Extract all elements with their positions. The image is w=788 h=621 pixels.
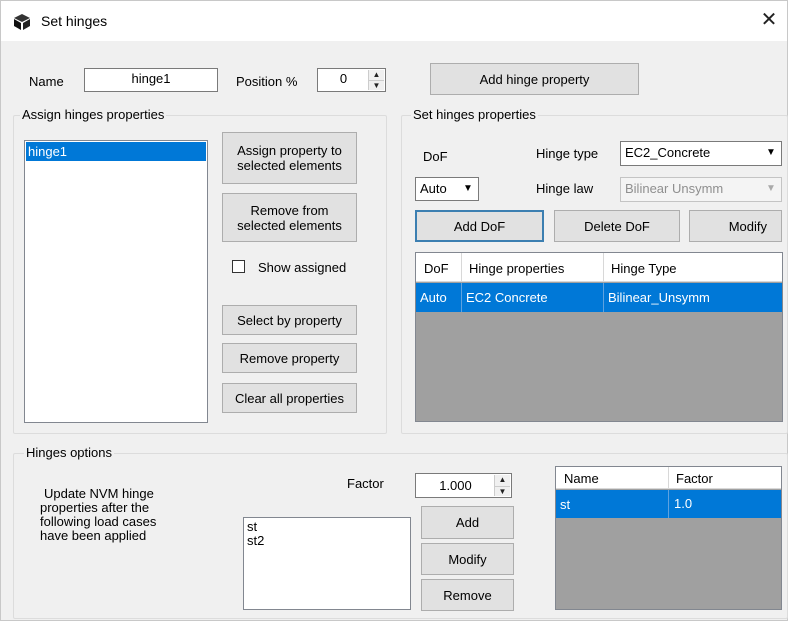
table-header: DoF Hinge properties Hinge Type — [416, 253, 782, 282]
hinge-law-select: Bilinear Unsymm ▼ — [620, 177, 782, 202]
title-bar: Set hinges ✕ — [1, 1, 787, 41]
table-cell: EC2 Concrete — [466, 290, 548, 305]
table-row[interactable]: Auto EC2 Concrete Bilinear_Unsymm — [416, 283, 782, 312]
column-divider — [461, 283, 462, 312]
set-hinges-dialog: Set hinges ✕ Name hinge1 Position % 0 ▲ ▼… — [0, 0, 788, 621]
column-header[interactable]: Factor — [676, 471, 713, 486]
desc-line: following load cases — [40, 514, 157, 529]
dof-value: Auto — [420, 181, 447, 196]
window-title: Set hinges — [41, 13, 108, 29]
clear-all-properties-button[interactable]: Clear all properties — [222, 383, 357, 413]
column-header[interactable]: Name — [564, 471, 599, 486]
position-stepper[interactable]: 0 ▲ ▼ — [317, 68, 386, 92]
table-cell: Auto — [420, 290, 447, 305]
remove-btn-line1: Remove from — [250, 202, 329, 218]
hinge-type-value: EC2_Concrete — [625, 145, 711, 160]
modify-load-case-button[interactable]: Modify — [421, 543, 514, 575]
hinge-law-label: Hinge law — [536, 181, 594, 196]
hinge-law-value: Bilinear Unsymm — [625, 181, 724, 196]
show-assigned-label: Show assigned — [258, 260, 347, 275]
spin-down-icon[interactable]: ▼ — [495, 485, 510, 497]
factor-stepper[interactable]: 1.000 ▲ ▼ — [415, 473, 512, 498]
add-hinge-property-button[interactable]: Add hinge property — [430, 63, 639, 95]
remove-property-button[interactable]: Remove property — [222, 343, 357, 373]
modify-dof-button[interactable]: Modify — [689, 210, 782, 242]
hinge-type-label: Hinge type — [536, 146, 599, 161]
remove-load-case-button[interactable]: Remove — [421, 579, 514, 611]
table-cell: Bilinear_Unsymm — [608, 290, 710, 305]
table-cell: 1.0 — [674, 496, 693, 511]
dof-select[interactable]: Auto ▼ — [415, 177, 479, 201]
remove-from-selected-button[interactable]: Remove from selected elements — [222, 193, 357, 242]
column-divider — [603, 283, 604, 312]
factor-spin[interactable]: ▲ ▼ — [494, 475, 510, 496]
position-spin[interactable]: ▲ ▼ — [368, 70, 384, 90]
options-group-title: Hinges options — [24, 445, 114, 460]
desc-line: have been applied — [40, 528, 147, 543]
load-cases-list[interactable]: st st2 — [243, 517, 411, 610]
remove-btn-line2: selected elements — [237, 217, 342, 233]
factor-table[interactable]: Name Factor st 1.0 — [555, 466, 782, 610]
desc-line: properties after the — [40, 500, 150, 515]
table-row[interactable]: st 1.0 — [556, 490, 781, 518]
chevron-down-icon[interactable]: ▼ — [460, 180, 476, 198]
add-dof-button[interactable]: Add DoF — [415, 210, 544, 242]
list-item[interactable]: hinge1 — [26, 142, 206, 161]
add-load-case-button[interactable]: Add — [421, 506, 514, 539]
delete-dof-button[interactable]: Delete DoF — [554, 210, 680, 242]
table-cell: st — [560, 497, 571, 512]
factor-value: 1.000 — [439, 478, 472, 493]
chevron-down-icon[interactable]: ▼ — [763, 144, 779, 162]
table-header: Name Factor — [556, 467, 781, 489]
options-description: Update NVM hinge properties after the fo… — [40, 487, 156, 543]
spin-up-icon[interactable]: ▲ — [369, 70, 384, 80]
hinge-properties-table[interactable]: DoF Hinge properties Hinge Type Auto EC2… — [415, 252, 783, 422]
factor-label: Factor — [347, 476, 384, 491]
assign-group-title: Assign hinges properties — [20, 107, 167, 122]
desc-line: Update NVM hinge — [44, 486, 154, 501]
set-group-title: Set hinges properties — [411, 107, 538, 122]
spin-up-icon[interactable]: ▲ — [495, 475, 510, 486]
chevron-down-icon: ▼ — [766, 183, 776, 194]
column-header[interactable]: Hinge properties — [469, 261, 564, 276]
column-divider — [668, 490, 669, 518]
assign-btn-line2: selected elements — [237, 158, 342, 173]
close-icon[interactable]: ✕ — [757, 9, 781, 33]
hinge-list[interactable]: hinge1 — [24, 140, 208, 423]
column-divider[interactable] — [461, 253, 462, 282]
column-header[interactable]: Hinge Type — [611, 261, 677, 276]
list-item[interactable]: st2 — [247, 534, 407, 548]
column-divider[interactable] — [668, 467, 669, 489]
position-label: Position % — [236, 74, 298, 89]
spin-down-icon[interactable]: ▼ — [369, 80, 384, 90]
show-assigned-checkbox[interactable] — [232, 260, 245, 273]
column-divider[interactable] — [603, 253, 604, 282]
dof-label: DoF — [423, 149, 448, 164]
assign-btn-line1: Assign property to — [237, 143, 342, 158]
column-header[interactable]: DoF — [424, 261, 449, 276]
list-item[interactable]: st — [247, 520, 407, 534]
hinge-type-select[interactable]: EC2_Concrete ▼ — [620, 141, 782, 166]
name-label: Name — [29, 74, 64, 89]
position-value: 0 — [339, 71, 348, 86]
select-by-property-button[interactable]: Select by property — [222, 305, 357, 335]
name-field[interactable]: hinge1 — [84, 68, 218, 92]
assign-property-button[interactable]: Assign property to selected elements — [222, 132, 357, 184]
cube-icon — [14, 14, 30, 30]
